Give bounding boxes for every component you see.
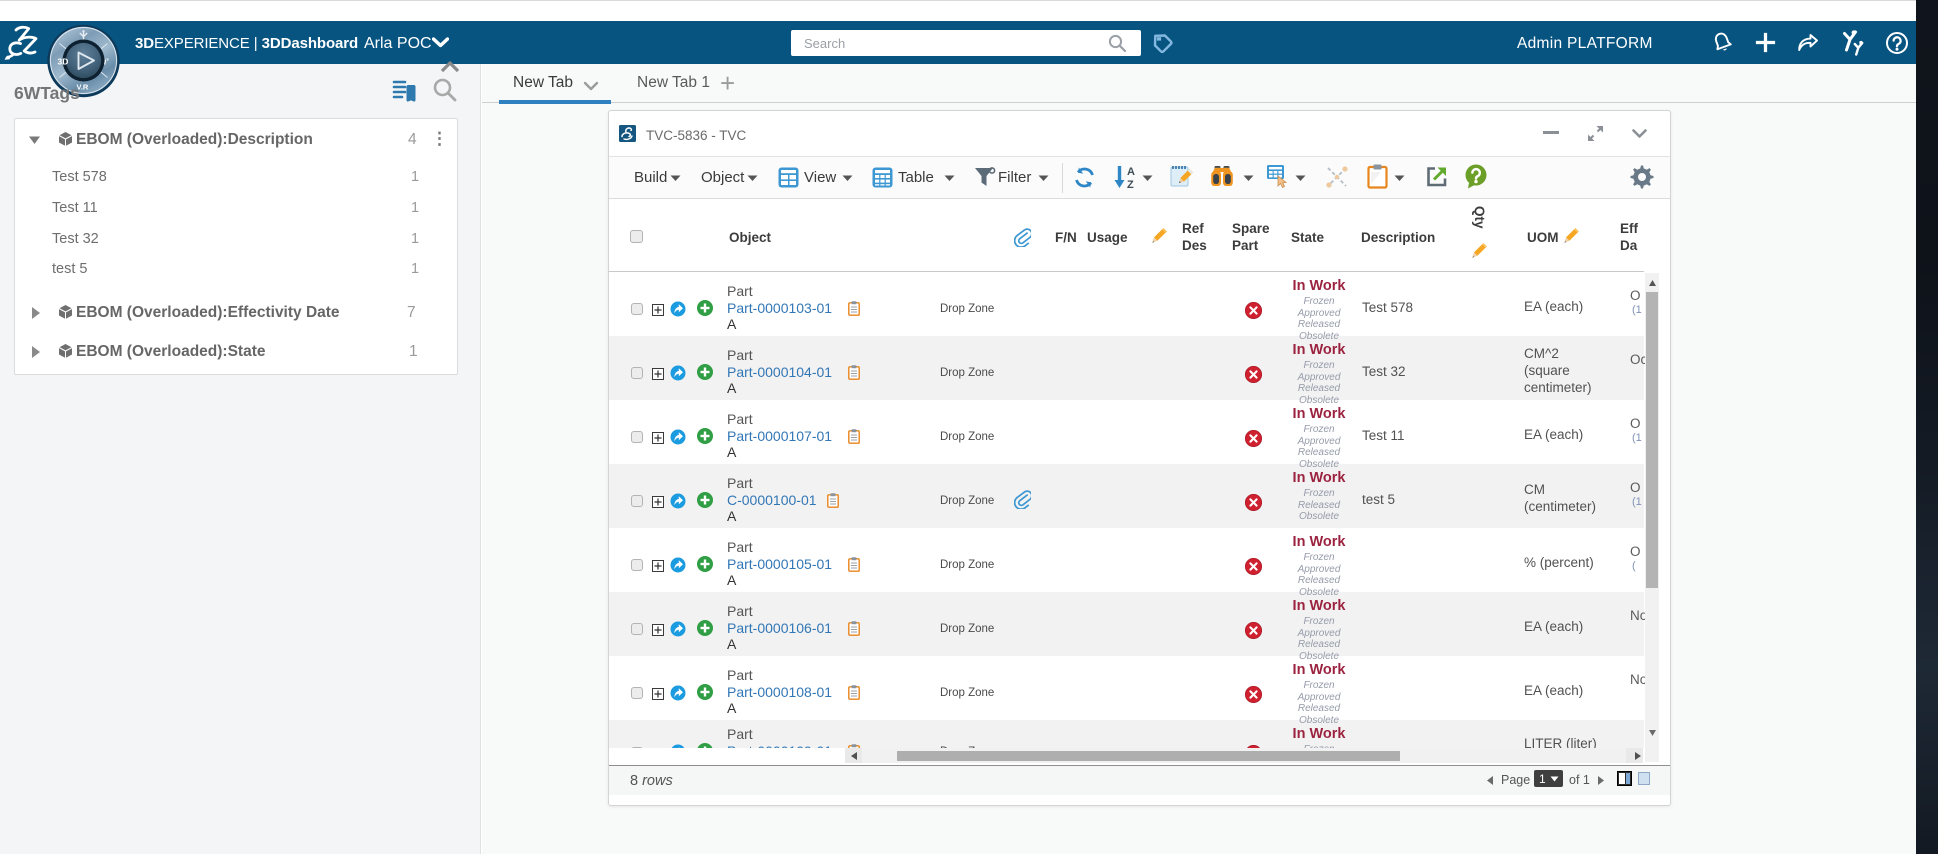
svg-text:Z: Z [1127,179,1134,191]
svg-text:3D: 3D [58,57,69,67]
svg-text:A: A [1127,166,1135,178]
